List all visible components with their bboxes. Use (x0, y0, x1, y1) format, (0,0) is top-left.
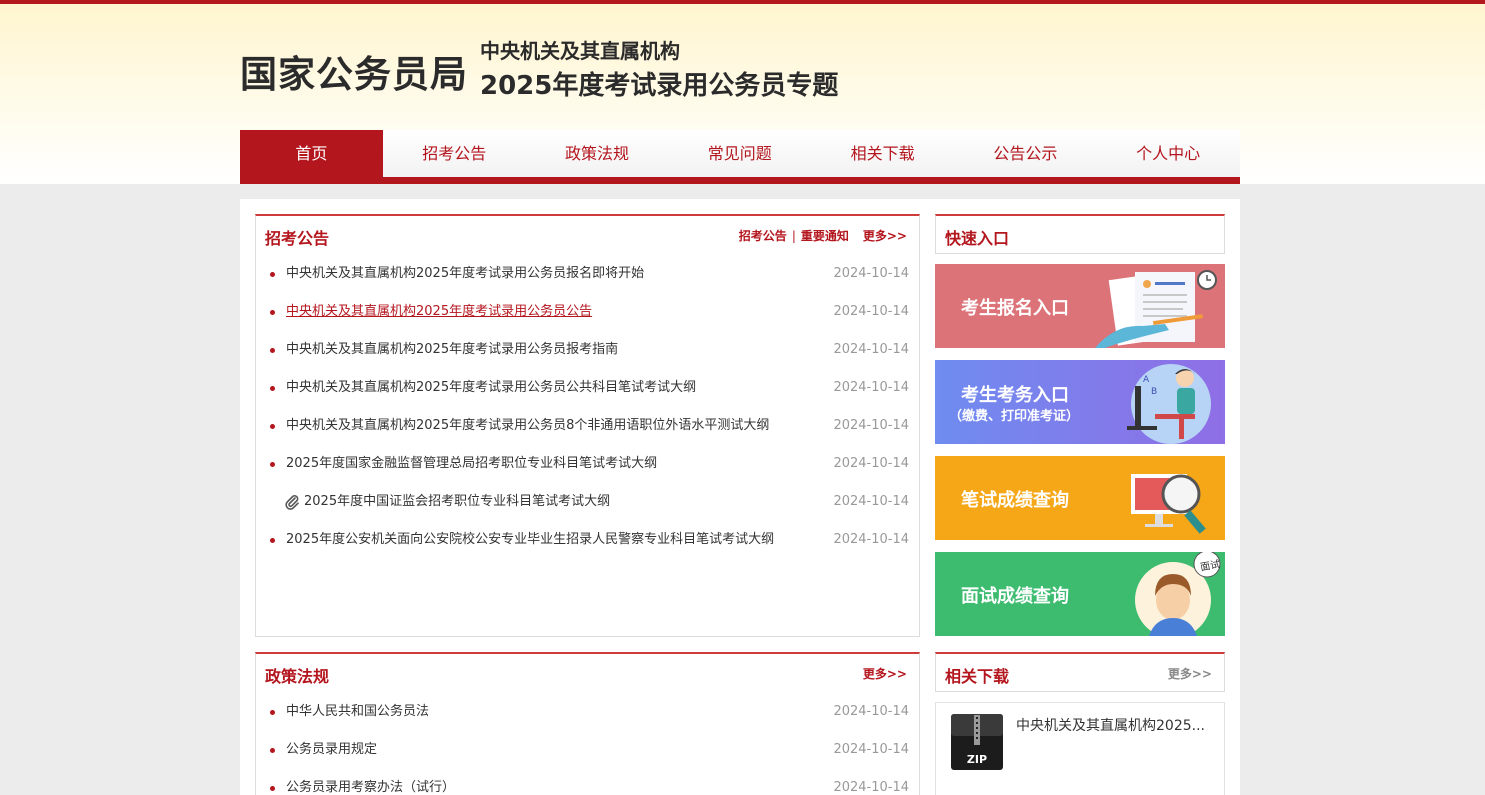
main-nav: 首页 招考公告 政策法规 常见问题 相关下载 公告公示 个人中心 (240, 130, 1240, 184)
bullet (270, 310, 275, 315)
announcements-panel: 招考公告 招考公告 | 重要通知 更多>> 中央机关及其直属机构2025年度考试录用公… (255, 214, 920, 637)
list-item: 中华人民共和国公务员法 2024-10-14 (270, 693, 909, 731)
link-separator: | (791, 229, 796, 243)
student-at-computer-icon: A B (1127, 364, 1211, 444)
nav-item-home[interactable]: 首页 (240, 130, 383, 177)
news-date: 2024-10-14 (833, 456, 909, 471)
list-item: 2025年度中国证监会招考职位专业科目笔试考试大纲 2024-10-14 (270, 483, 909, 521)
bullet (270, 386, 275, 391)
download-file-link[interactable]: 中央机关及其直属机构2025... (1016, 715, 1205, 735)
policy-link[interactable]: 公务员录用规定 (286, 731, 377, 769)
policy-link[interactable]: 中华人民共和国公务员法 (286, 693, 429, 731)
policy-date: 2024-10-14 (833, 704, 909, 719)
news-link[interactable]: 2025年度国家金融监督管理总局招考职位专业科目笔试考试大纲 (286, 445, 657, 483)
news-link[interactable]: 中央机关及其直属机构2025年度考试录用公务员报考指南 (286, 331, 618, 369)
exam-affairs-entry-sub: （缴费、打印准考证） (949, 409, 1080, 424)
nav-item-notices[interactable]: 公告公示 (954, 130, 1097, 177)
list-item: 中央机关及其直属机构2025年度考试录用公务员8个非通用语职位外语水平测试大纲 2… (270, 407, 909, 445)
download-item: ZIP 中央机关及其直属机构2025... (935, 702, 1225, 795)
bullet (270, 786, 275, 791)
news-link[interactable]: 2025年度公安机关面向公安院校公安专业毕业生招录人民警察专业科目笔试考试大纲 (286, 521, 774, 559)
news-date: 2024-10-14 (833, 304, 909, 319)
news-date: 2024-10-14 (833, 380, 909, 395)
list-item: 公务员录用规定 2024-10-14 (270, 731, 909, 769)
announcements-link[interactable]: 招考公告 (739, 229, 787, 243)
registration-entry-label: 考生报名入口 (961, 298, 1069, 319)
bullet (270, 272, 275, 277)
main-content: 招考公告 招考公告 | 重要通知 更多>> 中央机关及其直属机构2025年度考试录用公… (240, 199, 1240, 795)
policy-date: 2024-10-14 (833, 780, 909, 795)
quick-entry-panel: 快速入口 (935, 214, 1225, 254)
nav-item-policy[interactable]: 政策法规 (526, 130, 669, 177)
bullet (270, 348, 275, 353)
policy-panel: 政策法规 更多>> 中华人民共和国公务员法 2024-10-14 公务员录用规定 2… (255, 652, 920, 795)
interview-score-query-label: 面试成绩查询 (961, 586, 1069, 607)
quick-entry-title: 快速入口 (945, 229, 1010, 248)
list-item: 中央机关及其直属机构2025年度考试录用公务员公共科目笔试考试大纲 2024-10… (270, 369, 909, 407)
announcements-links: 招考公告 | 重要通知 更多>> (739, 227, 907, 244)
downloads-panel: 相关下载 更多>> (935, 652, 1225, 692)
policy-link[interactable]: 公务员录用考察办法（试行） (286, 769, 455, 795)
interview-score-query-banner[interactable]: 面试成绩查询 面试 (935, 552, 1225, 636)
nav-item-personal-center[interactable]: 个人中心 (1097, 130, 1240, 177)
news-date: 2024-10-14 (833, 266, 909, 281)
downloads-links: 更多>> (1154, 665, 1212, 682)
news-link[interactable]: 中央机关及其直属机构2025年度考试录用公务员8个非通用语职位外语水平测试大纲 (286, 407, 769, 445)
header-subtitle: 中央机关及其直属机构 (480, 39, 680, 63)
bullet (270, 462, 275, 467)
list-item: 中央机关及其直属机构2025年度考试录用公务员公告 2024-10-14 (270, 293, 909, 331)
downloads-title: 相关下载 (945, 667, 1010, 686)
policy-list: 中华人民共和国公务员法 2024-10-14 公务员录用规定 2024-10-14 … (270, 693, 909, 795)
news-link-text: 2025年度中国证监会招考职位专业科目笔试考试大纲 (304, 494, 611, 509)
bullet (270, 538, 275, 543)
policy-links: 更多>> (849, 665, 907, 682)
header-topic-title: 2025年度考试录用公务员专题 (480, 71, 839, 101)
news-date: 2024-10-14 (833, 532, 909, 547)
news-date: 2024-10-14 (833, 494, 909, 509)
written-score-query-banner[interactable]: 笔试成绩查询 (935, 456, 1225, 540)
important-notice-link[interactable]: 重要通知 (801, 229, 849, 243)
news-link-with-attachment[interactable]: 2025年度中国证监会招考职位专业科目笔试考试大纲 (284, 483, 610, 521)
document-form-icon (1095, 270, 1217, 348)
news-link[interactable]: 中央机关及其直属机构2025年度考试录用公务员公共科目笔试考试大纲 (286, 369, 696, 407)
zip-icon-label: ZIP (967, 753, 987, 766)
magnifier-monitor-icon (1131, 474, 1206, 534)
news-date: 2024-10-14 (833, 342, 909, 357)
list-item: 公务员录用考察办法（试行） 2024-10-14 (270, 769, 909, 795)
svg-text:A: A (1143, 375, 1150, 385)
news-link[interactable]: 中央机关及其直属机构2025年度考试录用公务员报名即将开始 (286, 255, 644, 293)
exam-affairs-entry-banner[interactable]: 考生考务入口 （缴费、打印准考证） A B (935, 360, 1225, 444)
nav-item-faq[interactable]: 常见问题 (668, 130, 811, 177)
site-brand[interactable]: 国家公务员局 (240, 44, 468, 98)
bullet (270, 424, 275, 429)
news-link[interactable]: 中央机关及其直属机构2025年度考试录用公务员公告 (286, 293, 592, 331)
exam-affairs-entry-label: 考生考务入口 (961, 385, 1069, 406)
bullet (270, 748, 275, 753)
list-item: 2025年度公安机关面向公安院校公安专业毕业生招录人民警察专业科目笔试考试大纲 2… (270, 521, 909, 559)
policy-more-link[interactable]: 更多>> (863, 667, 907, 681)
svg-text:B: B (1151, 387, 1157, 397)
list-item: 中央机关及其直属机构2025年度考试录用公务员报考指南 2024-10-14 (270, 331, 909, 369)
nav-item-announcements[interactable]: 招考公告 (383, 130, 526, 177)
list-item: 中央机关及其直属机构2025年度考试录用公务员报名即将开始 2024-10-14 (270, 255, 909, 293)
policy-title: 政策法规 (265, 667, 330, 686)
paperclip-icon (285, 494, 299, 510)
news-date: 2024-10-14 (833, 418, 909, 433)
bullet (270, 710, 275, 715)
nav-item-downloads[interactable]: 相关下载 (811, 130, 954, 177)
announcements-more-link[interactable]: 更多>> (863, 229, 907, 243)
written-score-query-label: 笔试成绩查询 (961, 490, 1069, 511)
announcements-title: 招考公告 (265, 229, 330, 248)
announcements-list: 中央机关及其直属机构2025年度考试录用公务员报名即将开始 2024-10-14 … (270, 255, 909, 559)
registration-entry-banner[interactable]: 考生报名入口 (935, 264, 1225, 348)
list-item: 2025年度国家金融监督管理总局招考职位专业科目笔试考试大纲 2024-10-14 (270, 445, 909, 483)
downloads-more-link[interactable]: 更多>> (1168, 667, 1212, 681)
zip-file-icon[interactable]: ZIP (950, 713, 1004, 771)
policy-date: 2024-10-14 (833, 742, 909, 757)
